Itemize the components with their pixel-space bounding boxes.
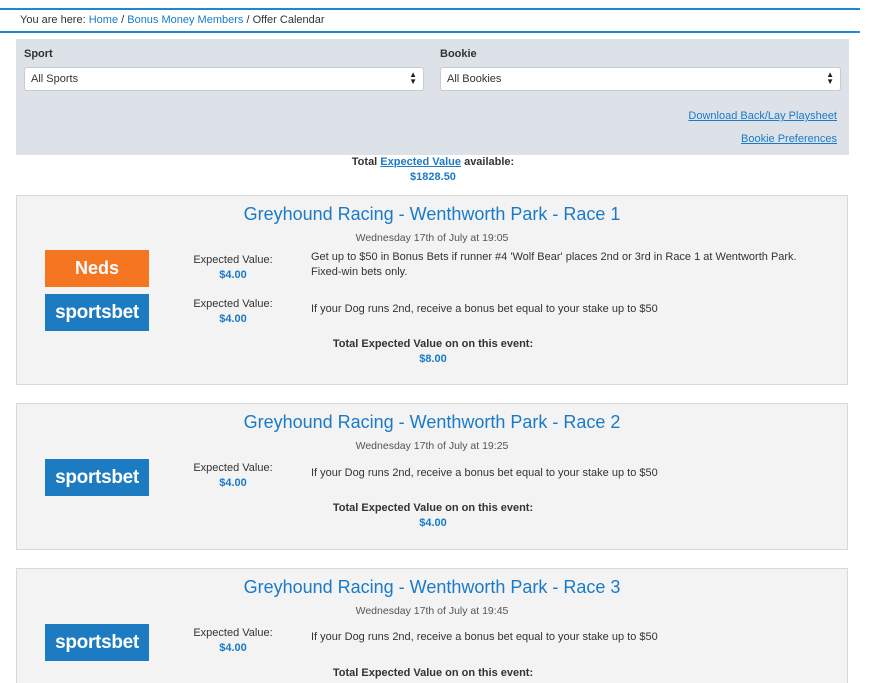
breadcrumb-separator: / [243, 14, 253, 26]
event-card: Greyhound Racing - Wenthworth Park - Rac… [16, 568, 848, 683]
bookie-select-value: All Bookies [447, 73, 502, 85]
sportsbet-logo[interactable]: sportsbet [45, 624, 149, 661]
ev-label: Expected Value: [193, 627, 273, 639]
offer-expected-value: Expected Value: $4.00 [189, 254, 277, 281]
sportsbet-logo[interactable]: sportsbet [45, 459, 149, 496]
sportsbet-logo[interactable]: sportsbet [45, 294, 149, 331]
offer-expected-value: Expected Value: $4.00 [189, 298, 277, 325]
filter-panel: Sport All Sports ▲ ▼ Bookie All Bookies ▲… [16, 39, 849, 155]
bookie-label: Bookie [440, 48, 477, 60]
sport-select[interactable]: All Sports ▲ ▼ [24, 67, 424, 91]
event-total-value: $8.00 [419, 353, 447, 365]
bookie-preferences-link[interactable]: Bookie Preferences [741, 133, 837, 145]
neds-logo[interactable]: Neds [45, 250, 149, 287]
event-date: Wednesday 17th of July at 19:25 [355, 440, 509, 452]
event-date: Wednesday 17th of July at 19:45 [355, 605, 509, 617]
breadcrumb-separator: / [118, 14, 128, 26]
offer-expected-value: Expected Value: $4.00 [189, 627, 277, 654]
ev-label: Expected Value: [193, 254, 273, 266]
offer-expected-value: Expected Value: $4.00 [189, 462, 277, 489]
ev-value: $4.00 [219, 477, 247, 489]
event-total: Total Expected Value on on this event: $… [17, 338, 849, 365]
expected-value-link[interactable]: Expected Value [380, 156, 461, 168]
event-date: Wednesday 17th of July at 19:05 [355, 232, 509, 244]
sport-label: Sport [24, 48, 53, 60]
total-amount: $1828.50 [410, 171, 456, 183]
ev-value: $4.00 [219, 642, 247, 654]
download-playsheet-link[interactable]: Download Back/Lay Playsheet [688, 110, 837, 122]
event-card: Greyhound Racing - Wenthworth Park - Rac… [16, 403, 848, 550]
event-title[interactable]: Greyhound Racing - Wenthworth Park - Rac… [17, 204, 847, 225]
offer-description: If your Dog runs 2nd, receive a bonus be… [311, 631, 658, 643]
event-total-label: Total Expected Value on on this event: [332, 338, 534, 350]
select-arrows-icon: ▲ ▼ [826, 70, 834, 86]
offer-description: Get up to $50 in Bonus Bets if runner #4… [311, 251, 797, 278]
total-expected-value: Total Expected Value available: $1828.50 [0, 156, 866, 183]
sport-select-value: All Sports [31, 73, 79, 85]
breadcrumb-current: Offer Calendar [252, 14, 325, 26]
total-suffix: available: [461, 156, 515, 168]
event-card: Greyhound Racing - Wenthworth Park - Rac… [16, 195, 848, 385]
event-total-label: Total Expected Value on on this event: [332, 502, 534, 514]
event-total-value: $4.00 [419, 517, 447, 529]
ev-value: $4.00 [219, 313, 247, 325]
total-prefix: Total [351, 156, 381, 168]
offer-description: If your Dog runs 2nd, receive a bonus be… [311, 303, 658, 315]
breadcrumb: You are here: Home / Bonus Money Members… [20, 14, 325, 26]
event-total: Total Expected Value on on this event: $… [17, 502, 849, 529]
bookie-select[interactable]: All Bookies ▲ ▼ [440, 67, 841, 91]
event-title[interactable]: Greyhound Racing - Wenthworth Park - Rac… [17, 577, 847, 598]
select-arrows-icon: ▲ ▼ [409, 70, 417, 86]
event-title[interactable]: Greyhound Racing - Wenthworth Park - Rac… [17, 412, 847, 433]
offer-description: If your Dog runs 2nd, receive a bonus be… [311, 467, 658, 479]
breadcrumb-members-link[interactable]: Bonus Money Members [127, 14, 243, 26]
breadcrumb-home-link[interactable]: Home [89, 14, 118, 26]
ev-label: Expected Value: [193, 298, 273, 310]
event-total: Total Expected Value on on this event: [17, 667, 849, 679]
ev-value: $4.00 [219, 269, 247, 281]
event-total-label: Total Expected Value on on this event: [332, 667, 534, 679]
ev-label: Expected Value: [193, 462, 273, 474]
breadcrumb-bar: You are here: Home / Bonus Money Members… [0, 8, 860, 33]
breadcrumb-prefix: You are here: [20, 14, 86, 26]
